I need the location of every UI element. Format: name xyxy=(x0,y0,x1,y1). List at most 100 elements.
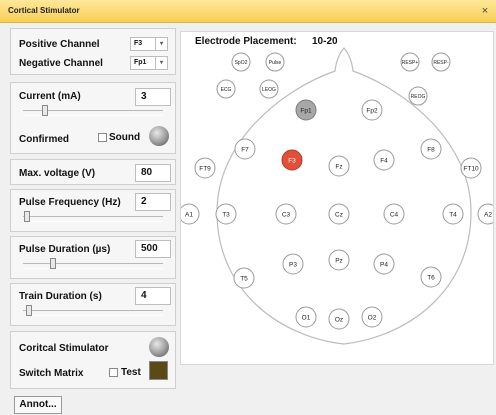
title-bar: Cortical Stimulator × xyxy=(0,0,496,23)
duration-slider-track[interactable] xyxy=(23,263,163,269)
electrode-cz[interactable]: Cz xyxy=(328,203,350,225)
train-duration-input[interactable]: 4 xyxy=(135,287,171,305)
electrode-spo2[interactable]: SpO2 xyxy=(231,52,251,72)
electrode-resp-[interactable]: RESP- xyxy=(431,52,451,72)
electrode-label: P3 xyxy=(289,262,297,269)
test-checkbox[interactable] xyxy=(109,368,118,377)
close-icon[interactable]: × xyxy=(478,4,492,18)
electrode-f8[interactable]: F8 xyxy=(420,138,442,160)
electrode-a1[interactable]: A1 xyxy=(181,203,200,225)
duration-panel: Pulse Duration (µs) 500 xyxy=(10,236,176,279)
electrode-p4[interactable]: P4 xyxy=(373,253,395,275)
train-slider-thumb[interactable] xyxy=(25,305,32,316)
duration-slider-thumb[interactable] xyxy=(49,258,56,269)
electrode-label: SpO2 xyxy=(235,60,248,66)
electrode-label: RESP- xyxy=(433,60,449,66)
electrode-f7[interactable]: F7 xyxy=(234,138,256,160)
electrode-f3[interactable]: F3 xyxy=(281,149,303,171)
head-outline xyxy=(216,47,472,345)
cortical-stimulator-label: Coritcal Stimulator xyxy=(19,343,109,354)
pulse-frequency-label: Pulse Frequency (Hz) xyxy=(19,197,121,208)
current-panel: Current (mA) 3 Confirmed Sound xyxy=(10,82,176,154)
max-voltage-input[interactable]: 80 xyxy=(135,164,171,182)
test-label: Test xyxy=(121,367,141,378)
electrode-pz[interactable]: Pz xyxy=(328,249,350,271)
pulse-duration-input[interactable]: 500 xyxy=(135,240,171,258)
electrode-oz[interactable]: Oz xyxy=(328,308,350,330)
stimulator-panel: Coritcal Stimulator Switch Matrix Test xyxy=(10,331,176,389)
window-title: Cortical Stimulator xyxy=(8,6,80,15)
electrode-c3[interactable]: C3 xyxy=(275,203,297,225)
chevron-down-icon: ▾ xyxy=(155,38,167,50)
electrode-c4[interactable]: C4 xyxy=(383,203,405,225)
electrode-label: F4 xyxy=(380,158,388,165)
chevron-down-icon: ▾ xyxy=(155,57,167,69)
confirmed-label: Confirmed xyxy=(19,134,69,145)
electrode-reog[interactable]: REOG xyxy=(408,86,428,106)
electrode-t3[interactable]: T3 xyxy=(215,203,237,225)
electrode-label: A2 xyxy=(484,212,492,219)
max-voltage-label: Max. voltage (V) xyxy=(19,168,96,179)
electrode-o2[interactable]: O2 xyxy=(361,306,383,328)
frequency-slider-thumb[interactable] xyxy=(24,211,31,222)
positive-channel-select[interactable]: F3 ▾ xyxy=(130,37,168,51)
voltage-panel: Max. voltage (V) 80 xyxy=(10,159,176,185)
electrode-p3[interactable]: P3 xyxy=(282,253,304,275)
electrode-a2[interactable]: A2 xyxy=(477,203,493,225)
electrode-placement-panel: Electrode Placement: 10-20 SpO2 Pulse RESP… xyxy=(180,31,494,365)
electrode-fp1[interactable]: Fp1 xyxy=(295,99,317,121)
current-slider-thumb[interactable] xyxy=(41,105,48,116)
pulse-frequency-input[interactable]: 2 xyxy=(135,193,171,211)
switch-matrix-label: Switch Matrix xyxy=(19,368,84,379)
electrode-label: FT10 xyxy=(463,166,479,173)
electrode-t6[interactable]: T6 xyxy=(420,266,442,288)
annot-button[interactable]: Annot... xyxy=(14,396,62,414)
electrode-label: F8 xyxy=(427,147,435,154)
electrode-label: LEOG xyxy=(262,87,276,93)
confirm-knob-icon[interactable] xyxy=(149,126,169,146)
electrode-label: C3 xyxy=(282,212,291,219)
electrode-fz[interactable]: Fz xyxy=(328,155,350,177)
electrode-label: A1 xyxy=(185,212,193,219)
channel-panel: Positive Channel F3 ▾ Negative Channel F… xyxy=(10,28,176,75)
electrode-resp-[interactable]: RESP+ xyxy=(400,52,420,72)
pulse-duration-label: Pulse Duration (µs) xyxy=(19,244,111,255)
electrode-label: Pz xyxy=(335,258,343,265)
electrode-label: T5 xyxy=(240,276,248,283)
electrode-ft9[interactable]: FT9 xyxy=(194,157,216,179)
electrode-o1[interactable]: O1 xyxy=(295,306,317,328)
electrode-label: O2 xyxy=(368,315,377,322)
settings-panel: Positive Channel F3 ▾ Negative Channel F… xyxy=(10,28,176,389)
electrode-t5[interactable]: T5 xyxy=(233,267,255,289)
frequency-slider-track[interactable] xyxy=(23,216,163,222)
electrode-f4[interactable]: F4 xyxy=(373,149,395,171)
electrode-ft10[interactable]: FT10 xyxy=(460,157,482,179)
electrode-label: T6 xyxy=(427,275,435,282)
electrode-label: T4 xyxy=(449,212,457,219)
sound-checkbox[interactable] xyxy=(98,133,107,142)
electrode-label: Fz xyxy=(335,164,342,171)
negative-channel-select[interactable]: Fp1 ▾ xyxy=(130,56,168,70)
electrode-ecg[interactable]: ECG xyxy=(216,79,236,99)
stimulator-knob-icon[interactable] xyxy=(149,337,169,357)
frequency-panel: Pulse Frequency (Hz) 2 xyxy=(10,189,176,232)
electrode-label: Fp2 xyxy=(366,108,378,115)
positive-channel-value: F3 xyxy=(134,40,143,47)
train-slider-track[interactable] xyxy=(23,310,163,316)
current-input[interactable]: 3 xyxy=(135,88,171,106)
electrode-label: Oz xyxy=(335,317,343,324)
train-duration-label: Train Duration (s) xyxy=(19,291,102,302)
train-panel: Train Duration (s) 4 xyxy=(10,283,176,326)
electrode-label: F3 xyxy=(288,158,296,165)
electrode-label: FT9 xyxy=(199,166,211,173)
electrode-label: C4 xyxy=(390,212,399,219)
electrode-pulse[interactable]: Pulse xyxy=(265,52,285,72)
electrode-leog[interactable]: LEOG xyxy=(259,79,279,99)
electrode-fp2[interactable]: Fp2 xyxy=(361,99,383,121)
head-map: SpO2 Pulse RESP+ RESP- ECG LEOG REOG Fp1 Fp2 F7 F3… xyxy=(181,47,493,345)
electrode-t4[interactable]: T4 xyxy=(442,203,464,225)
electrode-label: F7 xyxy=(241,147,249,154)
negative-channel-value: Fp1 xyxy=(134,59,147,66)
electrode-label: ECG xyxy=(221,87,232,93)
switch-matrix-indicator xyxy=(149,361,168,380)
